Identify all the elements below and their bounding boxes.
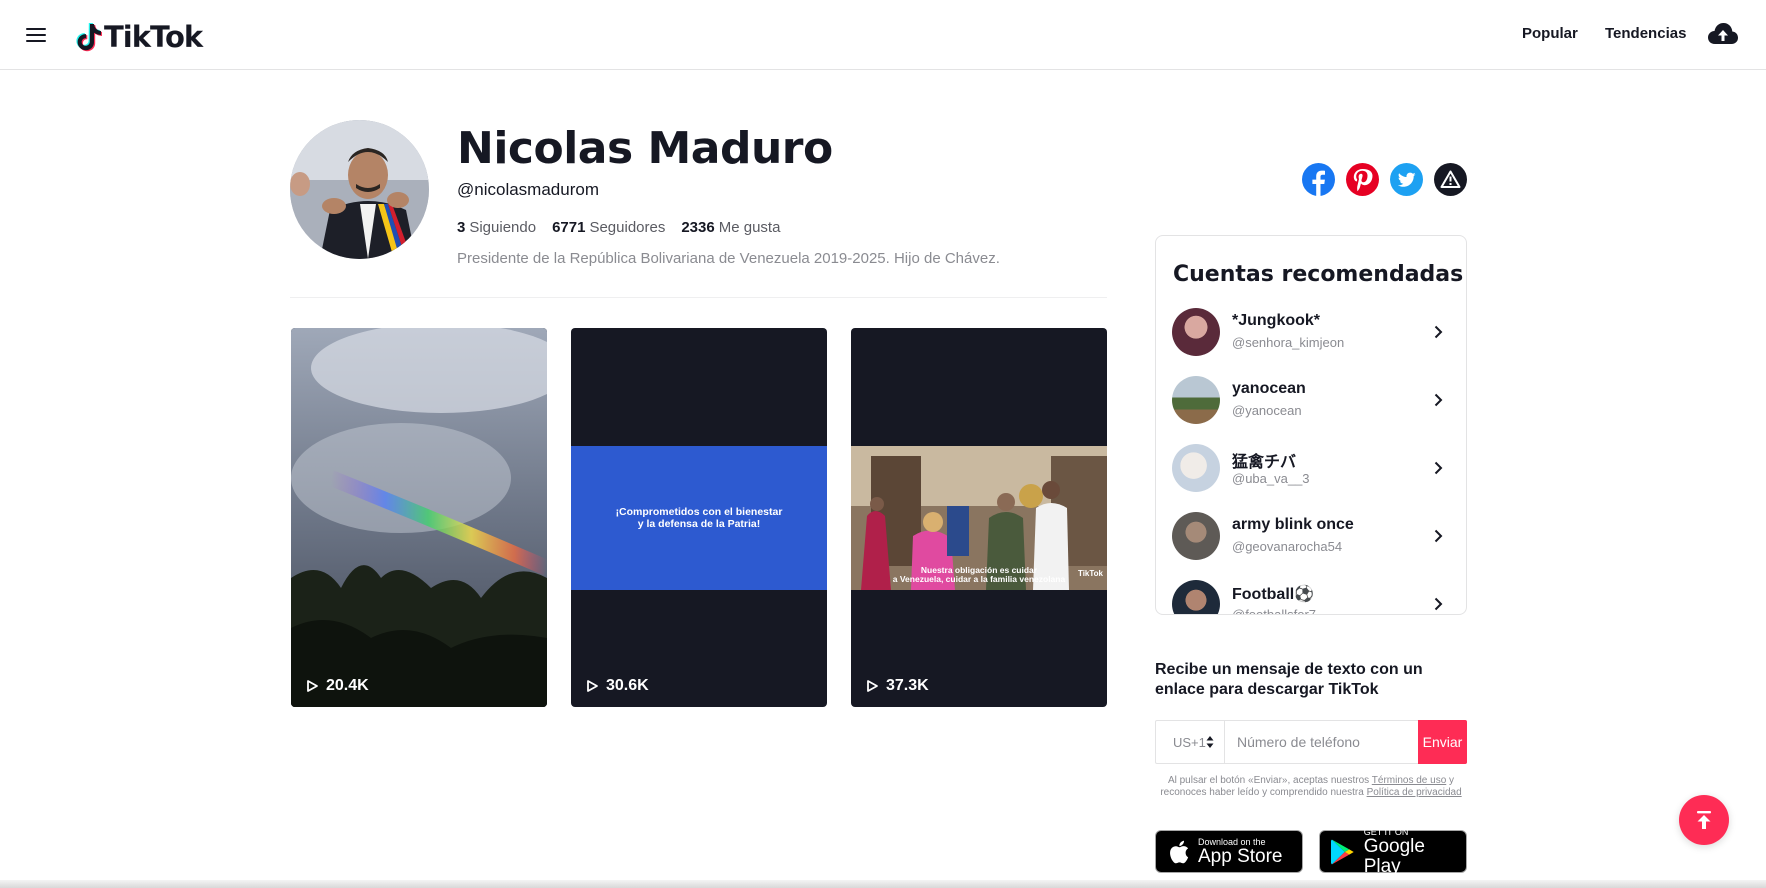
recommended-title: Cuentas recomendadas xyxy=(1173,262,1464,287)
video-views: 37.3K xyxy=(865,677,929,695)
app-store-badge[interactable]: Download on the App Store xyxy=(1155,830,1303,873)
top-header: TikTok Popular Tendencias xyxy=(0,0,1766,70)
nav-popular-link[interactable]: Popular xyxy=(1522,25,1578,42)
account-name: Football⚽ xyxy=(1232,586,1315,603)
video-thumbnail-rainbow-sky xyxy=(291,328,547,707)
video-thumbnail-blue-banner: ¡Comprometidos con el bienestar y la def… xyxy=(571,446,827,590)
account-avatar xyxy=(1172,512,1220,560)
followers-stat: 6771 Seguidores xyxy=(552,219,665,236)
nav-trending-link[interactable]: Tendencias xyxy=(1605,25,1686,42)
likes-stat: 2336 Me gusta xyxy=(681,219,780,236)
terms-link[interactable]: Términos de uso xyxy=(1372,775,1446,786)
profile-divider xyxy=(290,297,1107,298)
account-handle: @geovanarocha54 xyxy=(1232,539,1343,554)
chevron-right-icon xyxy=(1434,325,1443,339)
google-play-icon xyxy=(1330,839,1354,864)
recommended-account[interactable]: 猛禽チバ @uba_va__3 xyxy=(1172,444,1452,494)
play-icon xyxy=(307,680,318,692)
likes-label: Me gusta xyxy=(718,219,781,236)
tiktok-logo[interactable]: TikTok xyxy=(76,20,203,54)
video-watermark: TikTok xyxy=(1077,569,1103,578)
apple-icon xyxy=(1170,840,1189,863)
video-views: 30.6K xyxy=(585,677,649,695)
account-handle: @senhora_kimjeon xyxy=(1232,335,1345,350)
report-warning-icon[interactable] xyxy=(1434,163,1467,196)
select-arrows-icon xyxy=(1206,736,1214,748)
sms-title: Recibe un mensaje de texto con un enlace… xyxy=(1155,661,1423,698)
tiktok-note-icon xyxy=(76,23,102,52)
recommended-account[interactable]: *Jungkook* @senhora_kimjeon xyxy=(1172,308,1452,358)
video-thumbnail-meeting: Nuestra obligación es cuidar a Venezuela… xyxy=(851,446,1107,590)
likes-count: 2336 xyxy=(681,219,715,236)
google-play-big-text: Google Play xyxy=(1363,835,1425,877)
recommended-account[interactable]: yanocean @yanocean xyxy=(1172,376,1452,426)
account-handle: @footballsfor7 xyxy=(1232,607,1317,615)
video-views-count: 37.3K xyxy=(886,677,929,694)
recommended-account[interactable]: Football⚽ @footballsfor7 xyxy=(1172,580,1452,615)
profile-handle: @nicolasmadurom xyxy=(457,180,599,199)
send-sms-button[interactable]: Enviar xyxy=(1417,720,1467,764)
video-views-count: 30.6K xyxy=(606,677,649,694)
page-bottom-edge xyxy=(0,880,1766,888)
profile-avatar xyxy=(290,120,429,259)
account-avatar xyxy=(1172,580,1220,614)
video-views: 20.4K xyxy=(305,677,369,695)
play-icon xyxy=(587,680,598,692)
hamburger-menu-icon[interactable] xyxy=(26,24,50,44)
arrow-up-icon xyxy=(1697,811,1711,829)
country-code-value: US+1 xyxy=(1173,734,1206,750)
video-caption-line: ¡Comprometidos con el bienestar xyxy=(615,506,783,518)
account-name: yanocean xyxy=(1232,380,1306,397)
back-to-top-button[interactable] xyxy=(1679,795,1729,845)
upload-cloud-icon[interactable] xyxy=(1706,20,1740,50)
app-store-big-text: App Store xyxy=(1198,845,1283,867)
followers-count: 6771 xyxy=(552,219,586,236)
account-avatar xyxy=(1172,308,1220,356)
chevron-right-icon xyxy=(1434,393,1443,407)
recommended-accounts-panel: Cuentas recomendadas *Jungkook* @senhora… xyxy=(1155,235,1467,615)
account-name: *Jungkook* xyxy=(1232,312,1321,329)
facebook-share-icon[interactable] xyxy=(1302,163,1335,196)
sms-form: US+1 Enviar xyxy=(1155,720,1467,764)
account-avatar xyxy=(1172,376,1220,424)
logo-text: TikTok xyxy=(104,20,203,54)
pinterest-share-icon[interactable] xyxy=(1346,163,1379,196)
video-caption-line: a Venezuela, cuidar a la familia venezol… xyxy=(892,574,1066,584)
chevron-right-icon xyxy=(1434,529,1443,543)
app-store-small-text: Download on the xyxy=(1198,836,1266,847)
google-play-badge[interactable]: GET IT ON Google Play xyxy=(1319,826,1467,876)
account-handle: @uba_va__3 xyxy=(1232,471,1310,486)
account-handle: @yanocean xyxy=(1232,403,1302,418)
chevron-right-icon xyxy=(1434,597,1443,611)
play-icon xyxy=(867,680,878,692)
profile-name: Nicolas Maduro xyxy=(457,123,833,174)
profile-stats: 3 Siguiendo 6771 Seguidores 2336 Me gusta xyxy=(457,219,780,236)
twitter-share-icon[interactable] xyxy=(1390,163,1423,196)
account-name: 猛禽チバ xyxy=(1232,454,1297,471)
profile-bio: Presidente de la República Bolivariana d… xyxy=(457,250,1000,267)
google-play-small-text: GET IT ON xyxy=(1363,826,1409,837)
phone-number-input[interactable] xyxy=(1224,721,1418,763)
following-count: 3 xyxy=(457,219,466,236)
sms-legal-text: Al pulsar el botón «Enviar», aceptas nue… xyxy=(1160,775,1462,799)
account-name: army blink once xyxy=(1232,516,1354,533)
video-card[interactable]: ¡Comprometidos con el bienestar y la def… xyxy=(571,328,827,707)
followers-label: Seguidores xyxy=(589,219,666,236)
account-avatar xyxy=(1172,444,1220,492)
following-label: Siguiendo xyxy=(469,219,537,236)
video-views-count: 20.4K xyxy=(326,677,369,694)
recommended-account[interactable]: army blink once @geovanarocha54 xyxy=(1172,512,1452,562)
chevron-right-icon xyxy=(1434,461,1443,475)
legal-prefix: Al pulsar el botón «Enviar», aceptas nue… xyxy=(1167,775,1372,786)
country-code-select[interactable]: US+1 xyxy=(1156,721,1225,763)
video-card[interactable]: 20.4K xyxy=(291,328,547,707)
following-stat: 3 Siguiendo xyxy=(457,219,536,236)
privacy-link[interactable]: Política de privacidad xyxy=(1367,787,1462,798)
video-caption-line: y la defensa de la Patria! xyxy=(637,518,761,530)
video-card[interactable]: Nuestra obligación es cuidar a Venezuela… xyxy=(851,328,1107,707)
